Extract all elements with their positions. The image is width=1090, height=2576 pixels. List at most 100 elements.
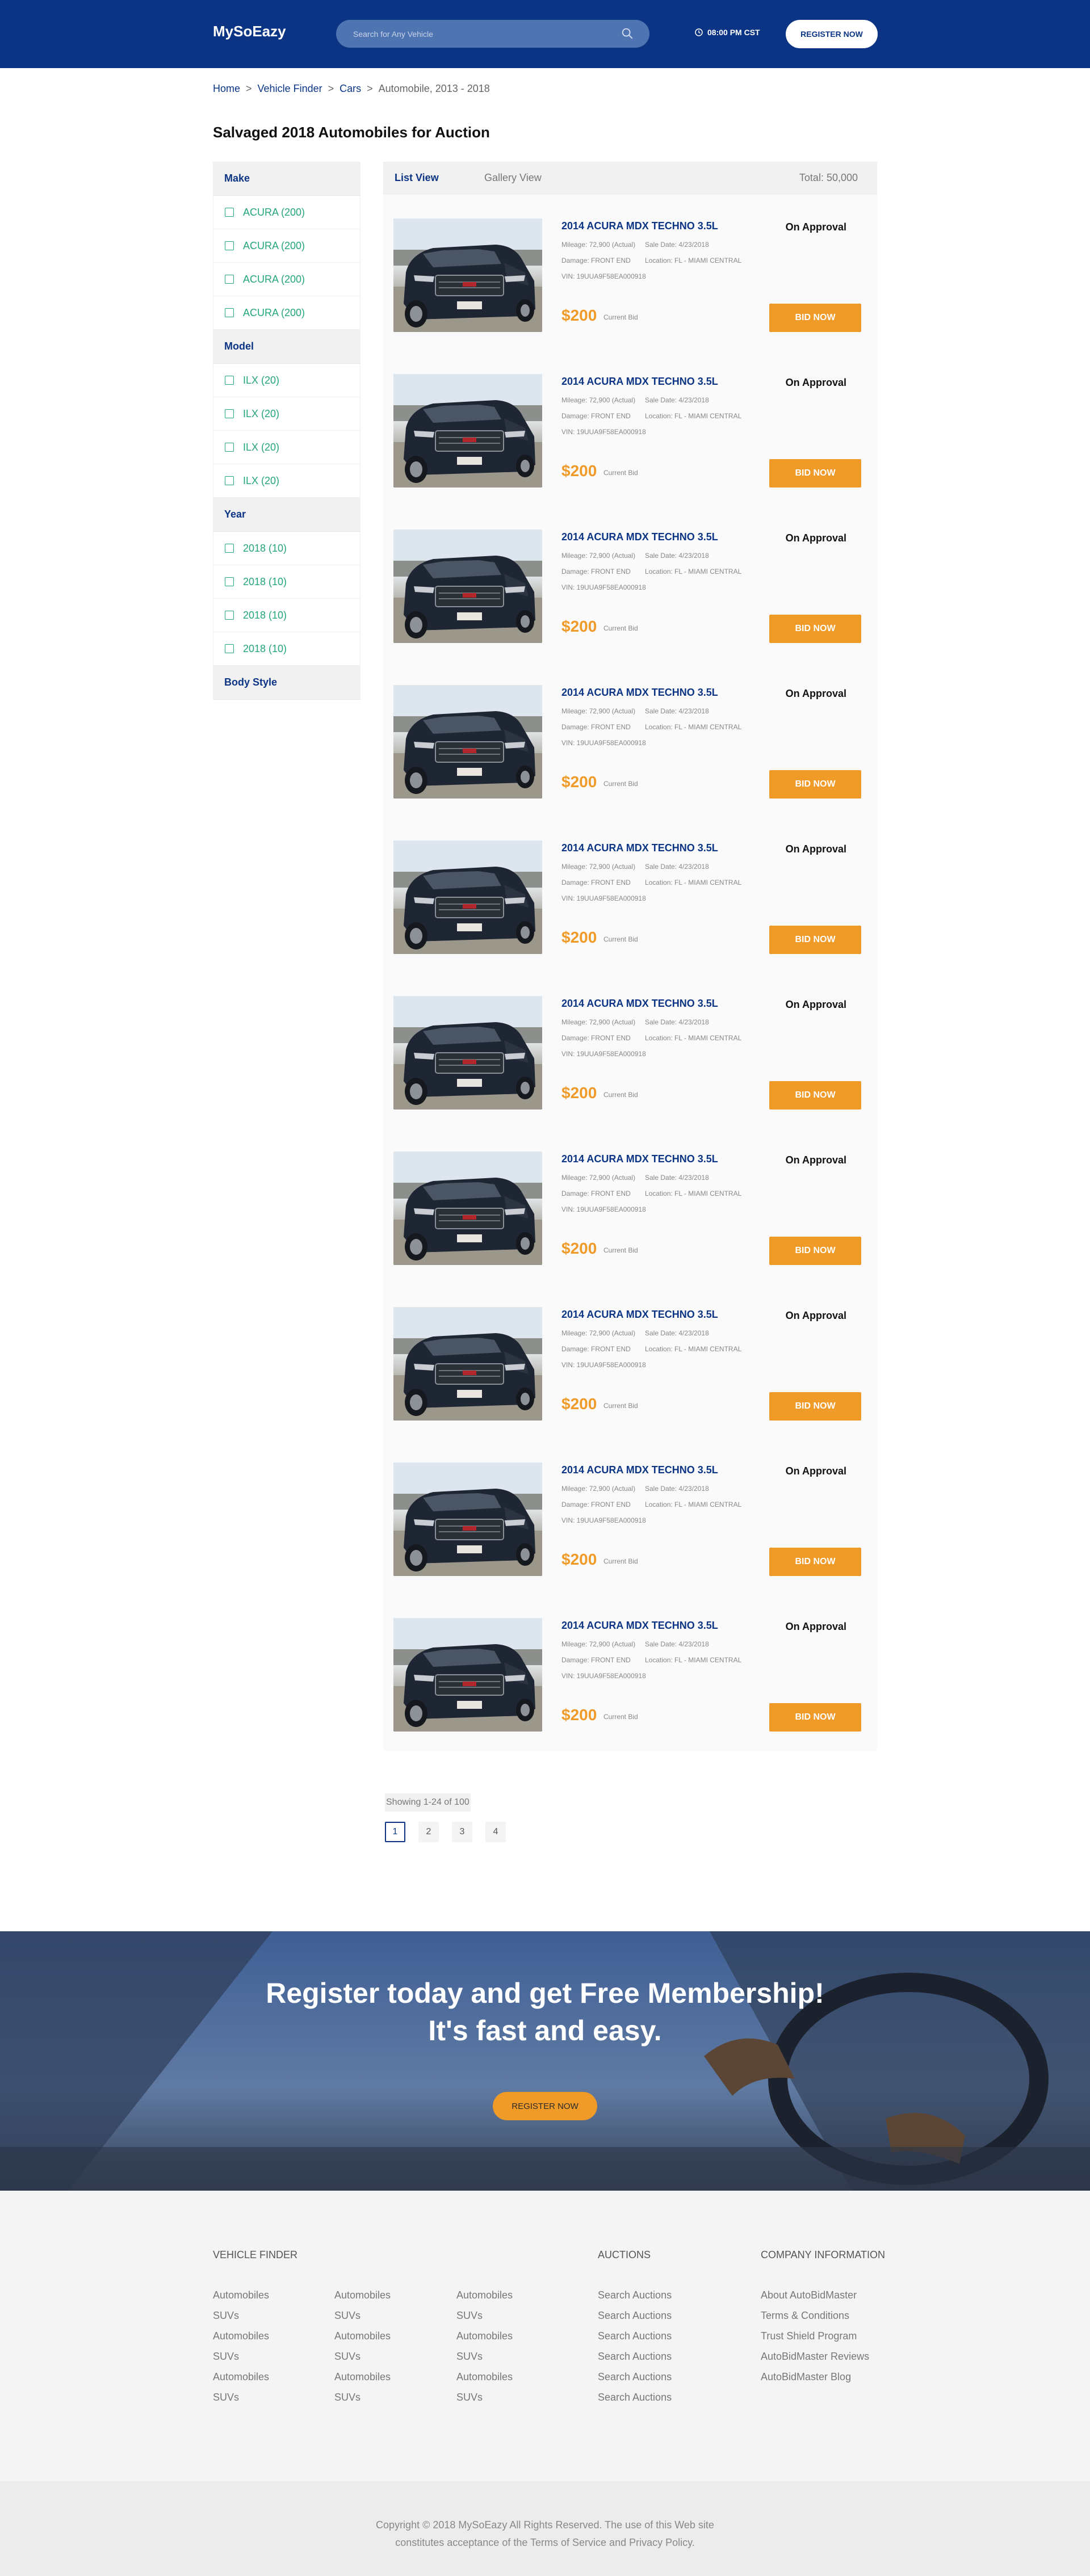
footer-link[interactable]: AutoBidMaster Reviews (761, 2351, 869, 2371)
checkbox[interactable] (225, 611, 234, 620)
checkbox[interactable] (225, 376, 234, 385)
filter-option-make[interactable]: ACURA (200) (213, 296, 360, 330)
checkbox[interactable] (225, 208, 234, 217)
list-view-tab[interactable]: List View (395, 172, 439, 184)
footer-link[interactable]: Automobiles (213, 2330, 269, 2351)
filter-heading-model[interactable]: Model (213, 330, 360, 364)
footer-link[interactable]: SUVs (213, 2351, 269, 2371)
checkbox[interactable] (225, 241, 234, 250)
vehicle-photo[interactable] (393, 996, 542, 1110)
footer-link[interactable]: Automobiles (213, 2371, 269, 2392)
filter-heading-body-style[interactable]: Body Style (213, 666, 360, 700)
footer-link[interactable]: Search Auctions (598, 2310, 672, 2330)
footer-link[interactable]: SUVs (334, 2351, 391, 2371)
vehicle-title[interactable]: 2014 ACURA MDX TECHNO 3.5L (561, 1309, 718, 1321)
banner-register-button[interactable]: REGISTER NOW (493, 2092, 597, 2120)
footer-link[interactable]: Automobiles (334, 2289, 391, 2310)
bid-now-button[interactable]: BID NOW (769, 926, 861, 954)
filter-heading-make[interactable]: Make (213, 162, 360, 196)
vehicle-photo[interactable] (393, 530, 542, 643)
checkbox[interactable] (225, 308, 234, 317)
vehicle-photo[interactable] (393, 1463, 542, 1576)
checkbox[interactable] (225, 644, 234, 653)
footer-link[interactable]: SUVs (213, 2310, 269, 2330)
vehicle-photo[interactable] (393, 841, 542, 954)
vehicle-photo[interactable] (393, 1618, 542, 1732)
filter-option-model[interactable]: ILX (20) (213, 397, 360, 431)
checkbox[interactable] (225, 443, 234, 452)
checkbox[interactable] (225, 476, 234, 485)
vehicle-title[interactable]: 2014 ACURA MDX TECHNO 3.5L (561, 687, 718, 699)
footer-link[interactable]: Search Auctions (598, 2330, 672, 2351)
footer-link[interactable]: SUVs (213, 2392, 269, 2412)
filter-option-year[interactable]: 2018 (10) (213, 565, 360, 599)
bid-now-button[interactable]: BID NOW (769, 1081, 861, 1110)
site-logo[interactable]: MySoEazy (213, 23, 286, 40)
filter-option-make[interactable]: ACURA (200) (213, 229, 360, 263)
vehicle-photo[interactable] (393, 1307, 542, 1421)
footer-link[interactable]: Automobiles (334, 2330, 391, 2351)
gallery-view-tab[interactable]: Gallery View (484, 172, 542, 184)
footer-link[interactable]: AutoBidMaster Blog (761, 2371, 869, 2392)
checkbox[interactable] (225, 544, 234, 553)
bid-now-button[interactable]: BID NOW (769, 615, 861, 643)
footer-link[interactable]: SUVs (334, 2392, 391, 2412)
footer-link[interactable]: Terms & Conditions (761, 2310, 869, 2330)
page-button[interactable]: 3 (452, 1822, 472, 1842)
vehicle-title[interactable]: 2014 ACURA MDX TECHNO 3.5L (561, 1153, 718, 1165)
vehicle-title[interactable]: 2014 ACURA MDX TECHNO 3.5L (561, 531, 718, 543)
filter-option-year[interactable]: 2018 (10) (213, 532, 360, 565)
footer-link[interactable]: Search Auctions (598, 2351, 672, 2371)
filter-option-model[interactable]: ILX (20) (213, 364, 360, 397)
bid-now-button[interactable]: BID NOW (769, 770, 861, 799)
footer-link[interactable]: SUVs (334, 2310, 391, 2330)
bid-now-button[interactable]: BID NOW (769, 459, 861, 488)
register-button[interactable]: REGISTER NOW (786, 20, 878, 48)
vehicle-photo[interactable] (393, 685, 542, 799)
footer-link[interactable]: Automobiles (456, 2289, 513, 2310)
search-icon[interactable] (621, 27, 634, 40)
footer-link[interactable]: SUVs (456, 2392, 513, 2412)
page-button[interactable]: 2 (418, 1822, 439, 1842)
footer-link[interactable]: Automobiles (456, 2371, 513, 2392)
filter-option-make[interactable]: ACURA (200) (213, 196, 360, 229)
footer-link[interactable]: Automobiles (334, 2371, 391, 2392)
footer-link[interactable]: Trust Shield Program (761, 2330, 869, 2351)
vehicle-photo[interactable] (393, 374, 542, 488)
breadcrumb-vehicle-finder[interactable]: Vehicle Finder (258, 83, 322, 95)
vehicle-photo[interactable] (393, 218, 542, 332)
page-button[interactable]: 1 (385, 1822, 405, 1842)
checkbox[interactable] (225, 409, 234, 418)
bid-now-button[interactable]: BID NOW (769, 1703, 861, 1732)
bid-now-button[interactable]: BID NOW (769, 1392, 861, 1421)
filter-option-year[interactable]: 2018 (10) (213, 599, 360, 632)
checkbox[interactable] (225, 577, 234, 586)
breadcrumb-home[interactable]: Home (213, 83, 240, 95)
filter-option-model[interactable]: ILX (20) (213, 464, 360, 498)
vehicle-title[interactable]: 2014 ACURA MDX TECHNO 3.5L (561, 220, 718, 232)
filter-heading-year[interactable]: Year (213, 498, 360, 532)
footer-link[interactable]: Search Auctions (598, 2392, 672, 2412)
checkbox[interactable] (225, 275, 234, 284)
vehicle-title[interactable]: 2014 ACURA MDX TECHNO 3.5L (561, 1464, 718, 1476)
vehicle-title[interactable]: 2014 ACURA MDX TECHNO 3.5L (561, 998, 718, 1010)
vehicle-title[interactable]: 2014 ACURA MDX TECHNO 3.5L (561, 1620, 718, 1632)
breadcrumb-cars[interactable]: Cars (339, 83, 361, 95)
filter-option-year[interactable]: 2018 (10) (213, 632, 360, 666)
vehicle-title[interactable]: 2014 ACURA MDX TECHNO 3.5L (561, 376, 718, 388)
footer-link[interactable]: Search Auctions (598, 2371, 672, 2392)
footer-link[interactable]: Search Auctions (598, 2289, 672, 2310)
filter-option-model[interactable]: ILX (20) (213, 431, 360, 464)
bid-now-button[interactable]: BID NOW (769, 1548, 861, 1576)
vehicle-title[interactable]: 2014 ACURA MDX TECHNO 3.5L (561, 842, 718, 854)
page-button[interactable]: 4 (485, 1822, 506, 1842)
vehicle-photo[interactable] (393, 1152, 542, 1265)
footer-link[interactable]: About AutoBidMaster (761, 2289, 869, 2310)
footer-link[interactable]: Automobiles (213, 2289, 269, 2310)
filter-option-make[interactable]: ACURA (200) (213, 263, 360, 296)
footer-link[interactable]: SUVs (456, 2351, 513, 2371)
bid-now-button[interactable]: BID NOW (769, 1237, 861, 1265)
search-input[interactable] (353, 20, 614, 48)
footer-link[interactable]: Automobiles (456, 2330, 513, 2351)
footer-link[interactable]: SUVs (456, 2310, 513, 2330)
